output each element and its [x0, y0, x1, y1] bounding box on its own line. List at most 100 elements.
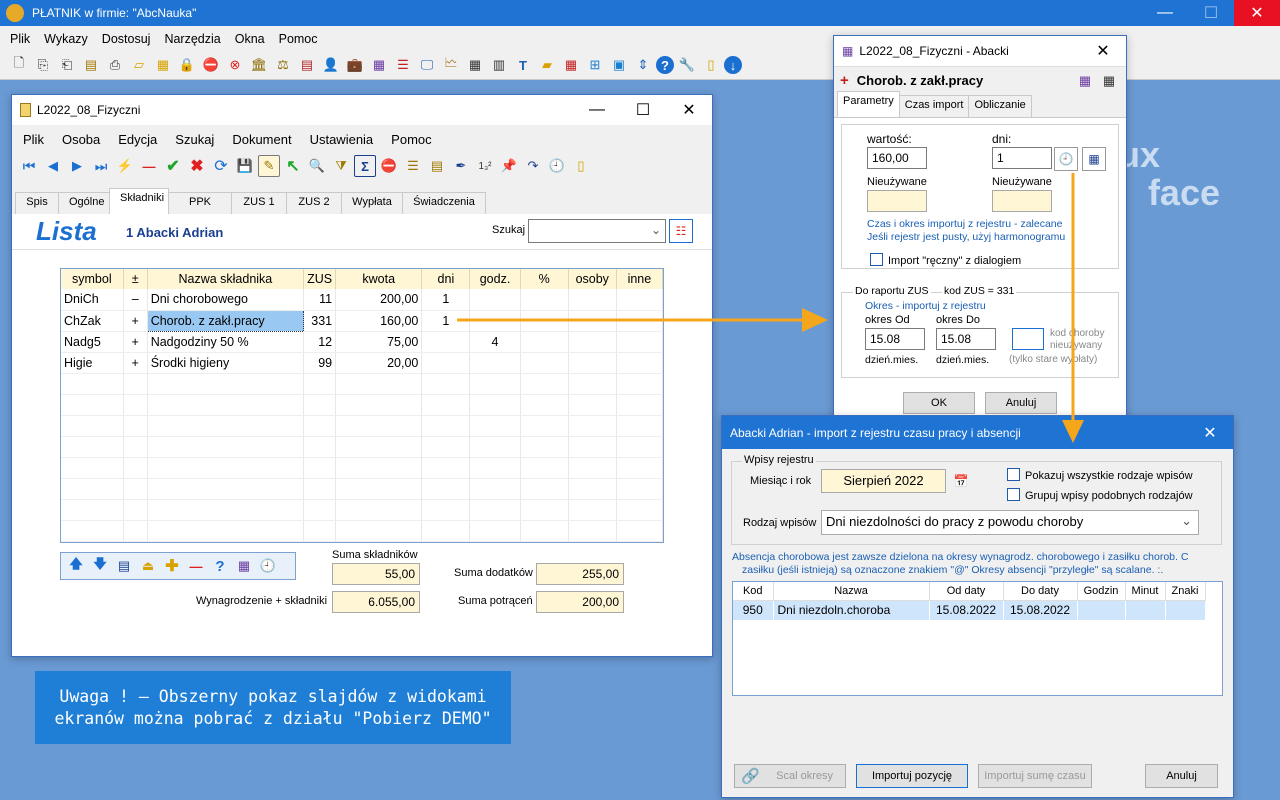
- open-folder-icon[interactable]: ▱: [128, 54, 150, 76]
- arrow-up-left-icon[interactable]: ↖: [282, 155, 304, 177]
- docs-stack-icon[interactable]: ▤: [80, 54, 102, 76]
- filter-icon[interactable]: ⧩: [330, 155, 352, 177]
- tab-2[interactable]: Składniki: [109, 188, 169, 214]
- list-icon[interactable]: ▤: [113, 555, 135, 577]
- stack-icon[interactable]: ☰: [402, 155, 424, 177]
- table-row[interactable]: Higie + Środki higieny 99 20,00: [61, 352, 663, 374]
- lock-icon[interactable]: 🔒: [176, 54, 198, 76]
- stop-icon[interactable]: ⊗: [224, 54, 246, 76]
- briefcase-icon[interactable]: 💼: [344, 54, 366, 76]
- reject-icon[interactable]: ✖: [186, 155, 208, 177]
- column-header[interactable]: godz.: [469, 269, 521, 289]
- register-column-header[interactable]: Minut: [1125, 582, 1166, 601]
- marker-icon[interactable]: ✒: [450, 155, 472, 177]
- tab-3[interactable]: PPK: [168, 192, 232, 214]
- main-maximize-button[interactable]: ☐: [620, 95, 666, 125]
- print-icon[interactable]: ⎙: [104, 54, 126, 76]
- abacki-tab-0[interactable]: Parametry: [837, 91, 900, 117]
- kod-choroby-input[interactable]: [1012, 328, 1044, 350]
- main-minimize-button[interactable]: —: [574, 95, 620, 125]
- scales-icon[interactable]: ⚖: [272, 54, 294, 76]
- panel-icon[interactable]: ▣: [608, 54, 630, 76]
- column-header[interactable]: inne: [616, 269, 663, 289]
- checklist-icon[interactable]: ☰: [392, 54, 414, 76]
- okres-do-input[interactable]: 15.08: [936, 328, 996, 350]
- column-header[interactable]: ZUS: [303, 269, 337, 289]
- table-row[interactable]: Nadg5 + Nadgodziny 50 % 12 75,00 4: [61, 331, 663, 353]
- download-icon[interactable]: ↓: [724, 56, 742, 74]
- tab-6[interactable]: Wypłata: [341, 192, 403, 214]
- windows-icon[interactable]: ⊞: [584, 54, 606, 76]
- table-row[interactable]: [61, 373, 663, 395]
- show-all-option[interactable]: Pokazuj wszystkie rodzaje wpisów: [1007, 468, 1193, 482]
- eject-icon[interactable]: ⏏: [137, 555, 159, 577]
- last-record-icon[interactable]: ⏭: [90, 155, 112, 177]
- sequence-icon[interactable]: 1₃²: [474, 155, 496, 177]
- grid-icon[interactable]: ▦: [233, 555, 255, 577]
- save-icon[interactable]: 💾: [234, 155, 256, 177]
- tab-4[interactable]: ZUS 1: [231, 192, 287, 214]
- main-menu-item[interactable]: Pomoc: [382, 132, 440, 147]
- tab-7[interactable]: Świadczenia: [402, 192, 486, 214]
- table-row[interactable]: [61, 520, 663, 542]
- app-close-button[interactable]: ✕: [1234, 0, 1280, 26]
- import-cancel-button[interactable]: Anuluj: [1145, 764, 1218, 788]
- clock-doc-icon[interactable]: 🕘: [546, 155, 568, 177]
- group-checkbox[interactable]: [1007, 488, 1020, 501]
- first-record-icon[interactable]: ⏮: [18, 155, 40, 177]
- calculator-icon[interactable]: ▦: [464, 54, 486, 76]
- import-reczny[interactable]: Import "ręczny" z dialogiem: [870, 253, 1021, 267]
- table-row[interactable]: [61, 478, 663, 500]
- battery-icon[interactable]: ▯: [700, 54, 722, 76]
- next-record-icon[interactable]: ▶: [66, 155, 88, 177]
- accept-icon[interactable]: ✔: [162, 155, 184, 177]
- battery-icon[interactable]: ▯: [570, 155, 592, 177]
- person-icon[interactable]: 👤: [320, 54, 342, 76]
- table-row[interactable]: [61, 436, 663, 458]
- column-header[interactable]: dni: [421, 269, 471, 289]
- main-menu-item[interactable]: Dokument: [223, 132, 300, 147]
- main-menu-item[interactable]: Ustawienia: [301, 132, 383, 147]
- move-up-icon[interactable]: 🡅: [65, 555, 87, 577]
- redo-icon[interactable]: ↷: [522, 155, 544, 177]
- note-icon[interactable]: ▰: [536, 54, 558, 76]
- stop-doc-icon[interactable]: ⛔: [200, 54, 222, 76]
- form-icon[interactable]: ▤: [296, 54, 318, 76]
- sum-icon[interactable]: Σ: [354, 155, 376, 177]
- help-icon[interactable]: ?: [209, 555, 231, 577]
- table-icon[interactable]: ▦: [560, 54, 582, 76]
- column-header[interactable]: symbol: [61, 269, 124, 289]
- scal-okresy-button[interactable]: 🔗 Scal okresy: [734, 764, 846, 788]
- table-row[interactable]: DniCh – Dni chorobowego 11 200,00 1: [61, 289, 663, 311]
- column-header[interactable]: ±: [123, 269, 148, 289]
- abacki-tab-2[interactable]: Obliczanie: [968, 95, 1032, 117]
- grid-icon[interactable]: ▦: [1074, 70, 1096, 92]
- sheet-icon[interactable]: ▥: [488, 54, 510, 76]
- importuj-pozycje-button[interactable]: Importuj pozycję: [856, 764, 968, 788]
- rodzaj-select[interactable]: Dni niezdolności do pracy z powodu choro…: [821, 510, 1199, 535]
- wrench-icon[interactable]: 🔧: [676, 54, 698, 76]
- show-all-checkbox[interactable]: [1007, 468, 1020, 481]
- docs-icon[interactable]: ⎗: [56, 54, 78, 76]
- calendar-icon[interactable]: 📅: [950, 470, 972, 492]
- prev-record-icon[interactable]: ◀: [42, 155, 64, 177]
- register-column-header[interactable]: Nazwa: [773, 582, 930, 601]
- column-header[interactable]: osoby: [568, 269, 617, 289]
- register-column-header[interactable]: Od daty: [929, 582, 1004, 601]
- move-down-icon[interactable]: 🡇: [89, 555, 111, 577]
- tab-0[interactable]: Spis: [15, 192, 59, 214]
- calendar-grid-icon[interactable]: ▦: [1082, 147, 1106, 171]
- stop-doc-icon[interactable]: ⛔: [378, 155, 400, 177]
- help-icon[interactable]: ?: [656, 56, 674, 74]
- folders-icon[interactable]: ▦: [152, 54, 174, 76]
- add-icon[interactable]: ✚: [161, 555, 183, 577]
- register-column-header[interactable]: Godzin: [1077, 582, 1126, 601]
- main-menu-item[interactable]: Edycja: [109, 132, 166, 147]
- search-input[interactable]: ⌄: [528, 219, 666, 243]
- register-column-header[interactable]: Kod: [733, 582, 774, 601]
- tab-5[interactable]: ZUS 2: [286, 192, 342, 214]
- app-menu-item[interactable]: Pomoc: [272, 32, 325, 46]
- main-menu-item[interactable]: Szukaj: [166, 132, 223, 147]
- app-minimize-button[interactable]: —: [1142, 0, 1188, 26]
- table-row[interactable]: ChZak + Chorob. z zakł.pracy 331 160,00 1: [61, 309, 663, 332]
